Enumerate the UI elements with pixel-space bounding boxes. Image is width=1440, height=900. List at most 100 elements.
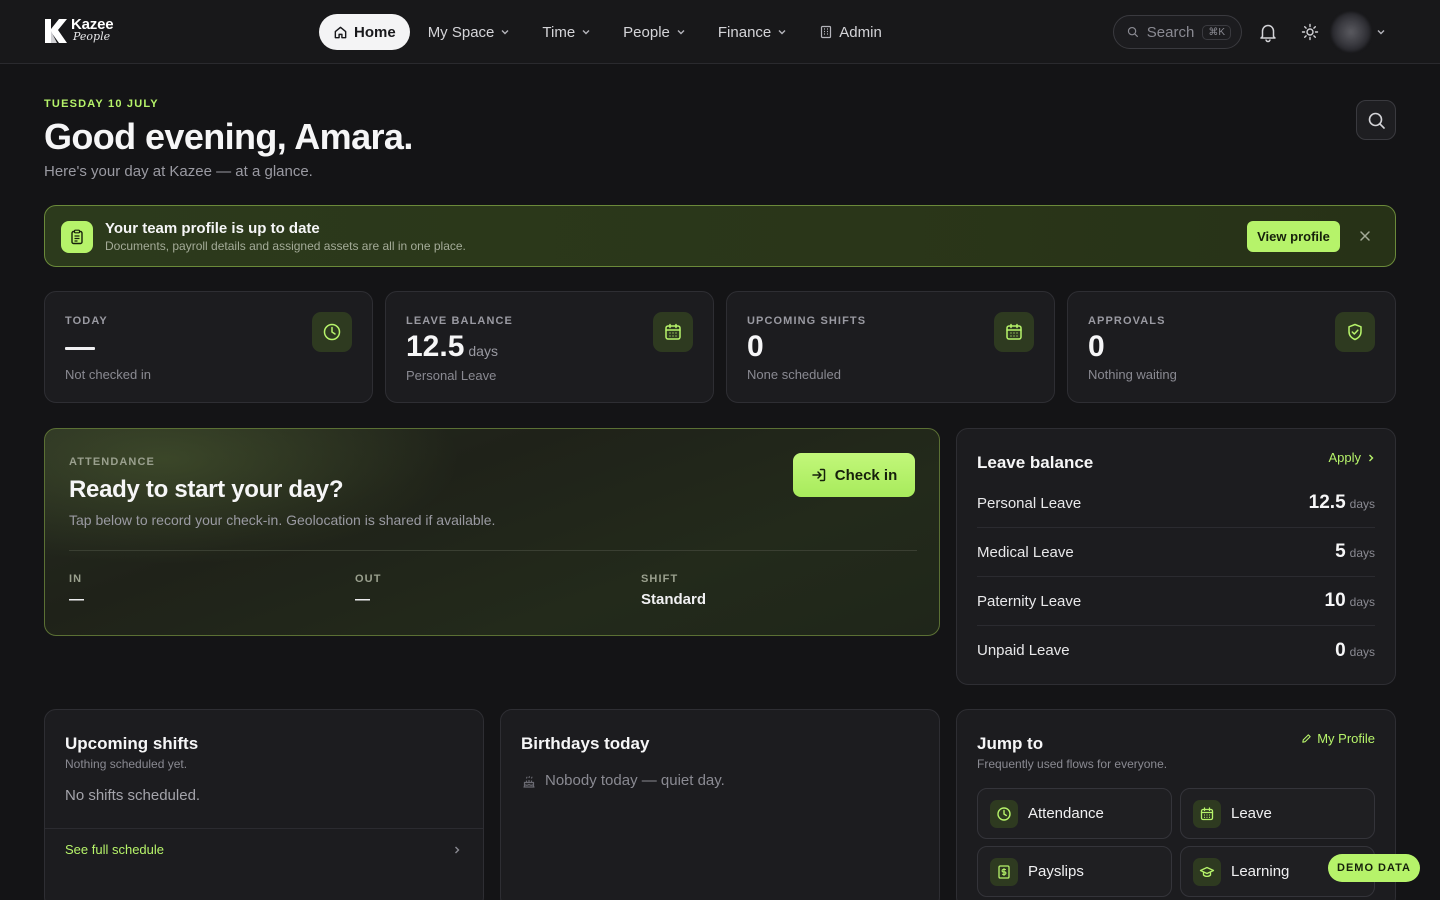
stat-label: UPCOMING SHIFTS (747, 315, 867, 327)
leave-type: Personal Leave (977, 494, 1082, 512)
graduation-cap-icon (1193, 857, 1221, 886)
attendance-out-value: — (355, 591, 370, 608)
jump-tile-label: Leave (1231, 805, 1272, 822)
leave-row-paternity: Paternity Leave 10 days (977, 577, 1375, 626)
pencil-icon (1302, 734, 1311, 743)
leave-unit: days (1349, 497, 1375, 511)
jump-to-subtitle: Frequently used flows for everyone. (977, 757, 1168, 771)
jump-tile-label: Payslips (1028, 863, 1084, 880)
search-icon (1368, 112, 1385, 129)
attendance-label: ATTENDANCE (69, 456, 155, 468)
nav-finance[interactable]: Finance (704, 14, 801, 50)
leave-row-medical: Medical Leave 5 days (977, 528, 1375, 577)
search-label: Search (1146, 23, 1195, 41)
stat-empty-dash (65, 347, 95, 350)
user-avatar[interactable] (1331, 12, 1371, 52)
stat-value: 0 (1088, 330, 1105, 363)
empty-state: No shifts scheduled. (65, 787, 201, 804)
page-subtitle: Here's your day at Kazee — at a glance. (44, 163, 313, 180)
banner-text: Documents, payroll details and assigned … (105, 239, 466, 253)
theme-toggle[interactable] (1301, 23, 1319, 41)
demo-data-badge: DEMO DATA (1328, 854, 1420, 882)
jump-tile-leave[interactable]: Leave (1180, 788, 1375, 839)
chevron-down-icon (778, 30, 786, 35)
leave-unit: days (1349, 595, 1375, 609)
my-profile-label: My Profile (1317, 731, 1375, 746)
chevron-right-icon[interactable] (453, 845, 461, 855)
attendance-shift-label: SHIFT (641, 573, 679, 585)
attendance-shift-value: Standard (641, 591, 707, 608)
see-full-schedule-link[interactable]: See full schedule (65, 842, 164, 857)
leave-row-unpaid: Unpaid Leave 0 days (977, 626, 1375, 675)
nav-home-label: Home (354, 23, 396, 41)
divider (69, 550, 917, 551)
chevron-down-icon (677, 30, 685, 35)
calendar-icon (994, 312, 1034, 352)
attendance-in-value: — (69, 591, 84, 608)
stat-value-unit: days (468, 343, 498, 359)
page-title: Good evening, Amara. (44, 116, 413, 157)
nav-admin[interactable]: Admin (805, 14, 896, 50)
chevron-down-icon (501, 30, 509, 35)
stat-value: 12.5 days (406, 330, 498, 364)
nav-finance-label: Finance (717, 23, 772, 41)
attendance-out: OUT — (355, 573, 382, 608)
dollar-receipt-icon (990, 857, 1018, 886)
search-shortcut: ⌘K (1202, 24, 1231, 40)
jump-tile-attendance[interactable]: Attendance (977, 788, 1172, 839)
apply-leave-label: Apply (1328, 450, 1361, 465)
top-navigation: Kazee People Home My Space Time People F… (0, 0, 1440, 64)
stat-value-number: 12.5 (406, 330, 465, 363)
upcoming-shifts-title: Upcoming shifts (65, 734, 199, 753)
bell-icon (1260, 24, 1276, 43)
stat-label: LEAVE BALANCE (406, 315, 513, 327)
birthdays-empty-text: Nobody today — quiet day. (545, 772, 725, 789)
leave-balance-card: Leave balance Apply Personal Leave 12.5 d… (956, 428, 1396, 685)
attendance-in: IN — (69, 573, 84, 608)
dismiss-banner-button[interactable] (1358, 229, 1372, 243)
leave-amount: 12.5 (1308, 492, 1346, 513)
apply-leave-link[interactable]: Apply (1328, 450, 1375, 465)
leave-row-personal: Personal Leave 12.5 days (977, 479, 1375, 528)
nav-my-space[interactable]: My Space (414, 14, 525, 50)
calendar-icon (1193, 799, 1221, 828)
jump-tile-payslips[interactable]: Payslips (977, 846, 1172, 897)
view-profile-button[interactable]: View profile (1247, 221, 1340, 252)
nav-home[interactable]: Home (319, 14, 410, 50)
stat-card-today[interactable]: TODAY Not checked in (44, 291, 373, 403)
stat-note: None scheduled (747, 367, 841, 382)
nav-people-label: People (623, 23, 670, 41)
global-search-button[interactable]: Search ⌘K (1113, 15, 1242, 49)
log-in-icon (811, 468, 825, 482)
brand-logo[interactable]: Kazee People (44, 17, 114, 45)
chevron-down-icon (1377, 30, 1385, 35)
stat-card-approvals[interactable]: APPROVALS 0 Nothing waiting (1067, 291, 1396, 403)
notifications-button[interactable] (1257, 21, 1279, 43)
chevron-down-icon (582, 30, 590, 35)
nav-people[interactable]: People (609, 14, 700, 50)
leave-amount: 5 (1335, 541, 1346, 562)
clipboard-check-icon (61, 221, 93, 253)
check-in-button[interactable]: Check in (793, 453, 915, 497)
kazee-logo-icon (45, 19, 67, 43)
birthdays-card: Birthdays today Nobody today — quiet day… (500, 709, 940, 900)
page-search-button[interactable] (1356, 100, 1396, 140)
chevron-right-icon (1369, 454, 1374, 461)
stat-card-leave-balance[interactable]: LEAVE BALANCE 12.5 days Personal Leave (385, 291, 714, 403)
sun-icon (1301, 23, 1319, 41)
leave-unit: days (1349, 546, 1375, 560)
home-icon (334, 26, 347, 38)
my-profile-link[interactable]: My Profile (1301, 731, 1375, 746)
account-menu-toggle[interactable] (1376, 27, 1386, 37)
stat-value: 0 (747, 330, 764, 363)
empty-state: Nobody today — quiet day. (521, 772, 725, 789)
nav-time[interactable]: Time (528, 14, 605, 50)
current-date: TUESDAY 10 JULY (44, 98, 159, 110)
profile-status-banner: Your team profile is up to date Document… (44, 205, 1396, 267)
clock-icon (312, 312, 352, 352)
check-in-label: Check in (834, 466, 898, 484)
stat-card-upcoming-shifts[interactable]: UPCOMING SHIFTS 0 None scheduled (726, 291, 1055, 403)
leave-amount: 10 (1324, 590, 1346, 611)
nav-my-space-label: My Space (427, 23, 495, 41)
brand-subname: People (73, 30, 111, 43)
